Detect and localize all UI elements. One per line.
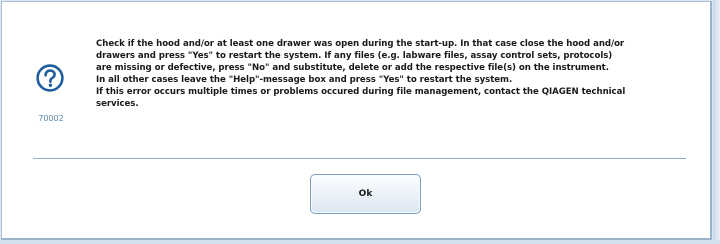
message-line: drawers and press "Yes" to restart the s… bbox=[96, 51, 613, 62]
window-bottom-edge bbox=[0, 240, 720, 244]
ok-button[interactable]: Ok bbox=[310, 174, 421, 214]
question-mark-icon bbox=[36, 64, 64, 92]
message-code: 70002 bbox=[38, 114, 64, 123]
message-line: are missing or defective, press "No" and… bbox=[96, 63, 609, 74]
message-line: Check if the hood and/or at least one dr… bbox=[96, 39, 625, 49]
help-message-text: Check if the hood and/or at least one dr… bbox=[96, 38, 708, 111]
separator-line bbox=[33, 158, 686, 159]
ok-button-label: Ok bbox=[358, 189, 373, 199]
message-line: In all other cases leave the "Help"-mess… bbox=[96, 75, 513, 86]
message-line: services. bbox=[96, 99, 139, 110]
message-line: If this error occurs multiple times or p… bbox=[96, 87, 626, 98]
window-right-edge bbox=[713, 0, 720, 244]
